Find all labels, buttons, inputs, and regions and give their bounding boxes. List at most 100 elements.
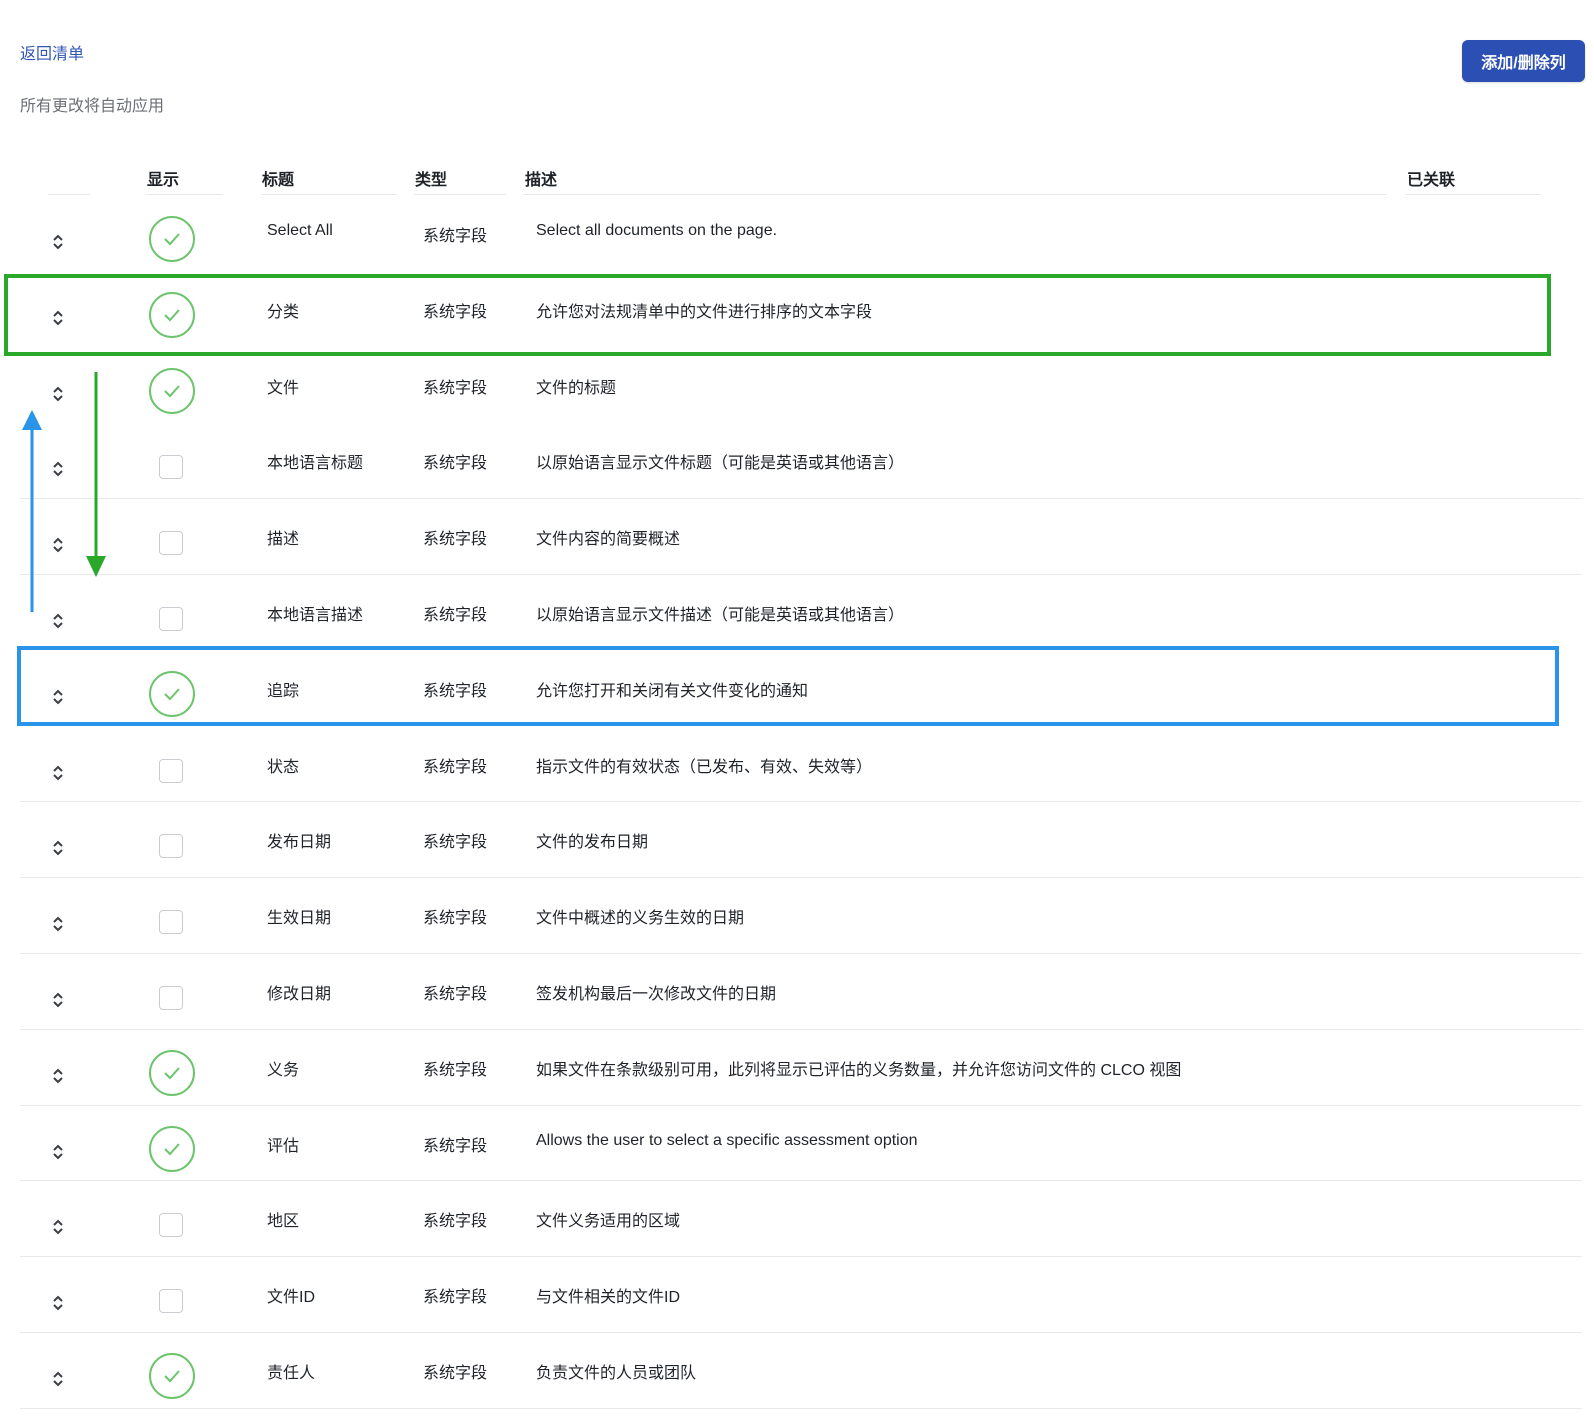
header-divider bbox=[48, 194, 90, 195]
table-row: 修改日期 系统字段 签发机构最后一次修改文件的日期 bbox=[20, 954, 1582, 1030]
row-title: 描述 bbox=[267, 531, 300, 549]
table-row: 义务 系统字段 如果文件在条款级别可用，此列将显示已评估的义务数量，并允许您访问文件… bbox=[20, 1030, 1582, 1106]
table-body: Select All 系统字段 Select all documents on th… bbox=[20, 196, 1582, 1409]
row-type: 系统字段 bbox=[423, 1137, 488, 1155]
header-divider bbox=[146, 194, 223, 195]
visibility-checkbox[interactable] bbox=[147, 1277, 197, 1327]
row-type: 系统字段 bbox=[423, 910, 488, 928]
visibility-checkbox[interactable] bbox=[147, 1201, 197, 1251]
row-title: Select All bbox=[267, 222, 333, 239]
row-description: 如果文件在条款级别可用，此列将显示已评估的义务数量，并允许您访问文件的 CLCO… bbox=[536, 1061, 1182, 1079]
checkbox-box bbox=[159, 531, 183, 556]
row-title: 文件ID bbox=[267, 1289, 316, 1307]
drag-handle-icon[interactable] bbox=[51, 992, 65, 1008]
table-row: 责任人 系统字段 负责文件的人员或团队 bbox=[20, 1333, 1582, 1409]
row-description: 与文件相关的文件ID bbox=[536, 1289, 681, 1307]
check-icon bbox=[149, 1352, 195, 1399]
drag-handle-icon[interactable] bbox=[51, 689, 65, 705]
table-header: 显示 标题 类型 描述 已关联 bbox=[20, 150, 1582, 196]
column-header-title: 标题 bbox=[262, 172, 295, 189]
visibility-toggle-checked[interactable] bbox=[147, 1352, 197, 1403]
row-type: 系统字段 bbox=[423, 758, 488, 776]
row-description: 文件中概述的义务生效的日期 bbox=[536, 910, 745, 928]
visibility-checkbox[interactable] bbox=[147, 519, 197, 569]
drag-handle-icon[interactable] bbox=[51, 1144, 65, 1160]
visibility-checkbox[interactable] bbox=[147, 822, 197, 872]
drag-handle-icon[interactable] bbox=[51, 386, 65, 402]
back-to-list-link[interactable]: 返回清单 bbox=[20, 40, 84, 64]
checkbox-box bbox=[159, 985, 183, 1010]
column-header-show: 显示 bbox=[147, 172, 180, 189]
row-description: Allows the user to select a specific ass… bbox=[536, 1131, 918, 1149]
visibility-checkbox[interactable] bbox=[147, 595, 197, 645]
visibility-toggle-checked[interactable] bbox=[147, 291, 197, 342]
row-title: 评估 bbox=[267, 1137, 300, 1155]
header-divider bbox=[261, 194, 396, 195]
table-row: 状态 系统字段 指示文件的有效状态（已发布、有效、失效等） bbox=[20, 727, 1582, 803]
row-type: 系统字段 bbox=[423, 379, 488, 397]
row-description: 负责文件的人员或团队 bbox=[536, 1364, 697, 1382]
visibility-toggle-checked[interactable] bbox=[147, 1125, 197, 1176]
check-icon bbox=[149, 1049, 195, 1096]
visibility-checkbox[interactable] bbox=[147, 443, 197, 493]
checkbox-box bbox=[159, 910, 183, 935]
table-row: 地区 系统字段 文件义务适用的区域 bbox=[20, 1181, 1582, 1258]
drag-handle-icon[interactable] bbox=[51, 1219, 65, 1235]
row-title: 生效日期 bbox=[267, 910, 332, 928]
drag-handle-icon[interactable] bbox=[51, 840, 65, 856]
visibility-toggle-checked[interactable] bbox=[147, 216, 197, 266]
row-title: 分类 bbox=[267, 303, 300, 321]
drag-handle-icon[interactable] bbox=[51, 1371, 65, 1387]
row-type: 系统字段 bbox=[423, 985, 488, 1003]
row-title: 义务 bbox=[267, 1061, 300, 1079]
row-type: 系统字段 bbox=[423, 1213, 488, 1231]
row-description: 文件义务适用的区域 bbox=[536, 1213, 681, 1231]
row-title: 修改日期 bbox=[267, 985, 332, 1003]
row-description: 允许您对法规清单中的文件进行排序的文本字段 bbox=[536, 303, 873, 321]
row-type: 系统字段 bbox=[423, 1061, 488, 1079]
auto-apply-note: 所有更改将自动应用 bbox=[20, 98, 165, 115]
visibility-checkbox[interactable] bbox=[147, 974, 197, 1024]
row-description: Select all documents on the page. bbox=[536, 222, 778, 239]
row-type: 系统字段 bbox=[423, 682, 488, 700]
row-type: 系统字段 bbox=[423, 455, 488, 473]
row-type: 系统字段 bbox=[423, 1364, 488, 1382]
drag-handle-icon[interactable] bbox=[51, 537, 65, 553]
table-row: 生效日期 系统字段 文件中概述的义务生效的日期 bbox=[20, 878, 1582, 954]
check-icon bbox=[149, 670, 195, 717]
checkbox-box bbox=[159, 1213, 183, 1238]
header-divider bbox=[1405, 194, 1540, 195]
column-header-type: 类型 bbox=[415, 172, 448, 189]
drag-handle-icon[interactable] bbox=[51, 916, 65, 932]
drag-handle-icon[interactable] bbox=[51, 1295, 65, 1311]
visibility-toggle-checked[interactable] bbox=[147, 670, 197, 721]
row-description: 指示文件的有效状态（已发布、有效、失效等） bbox=[536, 758, 873, 776]
visibility-toggle-checked[interactable] bbox=[147, 1049, 197, 1100]
table-row: 描述 系统字段 文件内容的简要概述 bbox=[20, 499, 1582, 575]
header-divider bbox=[524, 194, 1387, 195]
visibility-checkbox[interactable] bbox=[147, 747, 197, 797]
header-divider bbox=[414, 194, 506, 195]
row-description: 文件的发布日期 bbox=[536, 834, 649, 852]
visibility-checkbox[interactable] bbox=[147, 898, 197, 948]
drag-handle-icon[interactable] bbox=[51, 1068, 65, 1084]
row-type: 系统字段 bbox=[423, 606, 488, 624]
checkbox-box bbox=[159, 455, 183, 480]
row-description: 文件内容的简要概述 bbox=[536, 531, 681, 549]
drag-handle-icon[interactable] bbox=[51, 765, 65, 781]
check-icon bbox=[149, 216, 195, 262]
table-row: 评估 系统字段 Allows the user to select a specif… bbox=[20, 1106, 1582, 1182]
drag-handle-icon[interactable] bbox=[51, 234, 65, 250]
table-row: 本地语言标题 系统字段 以原始语言显示文件标题（可能是英语或其他语言） bbox=[20, 423, 1582, 500]
row-description: 允许您打开和关闭有关文件变化的通知 bbox=[536, 682, 809, 700]
drag-handle-icon[interactable] bbox=[51, 310, 65, 326]
checkbox-box bbox=[159, 758, 183, 783]
add-remove-columns-button[interactable]: 添加/删除列 bbox=[1462, 40, 1585, 82]
drag-handle-icon[interactable] bbox=[51, 613, 65, 629]
table-row: 本地语言描述 系统字段 以原始语言显示文件描述（可能是英语或其他语言） bbox=[20, 575, 1582, 651]
visibility-toggle-checked[interactable] bbox=[147, 367, 197, 418]
row-type: 系统字段 bbox=[423, 303, 488, 321]
drag-handle-icon[interactable] bbox=[51, 461, 65, 477]
row-title: 状态 bbox=[267, 758, 300, 776]
checkbox-box bbox=[159, 834, 183, 859]
